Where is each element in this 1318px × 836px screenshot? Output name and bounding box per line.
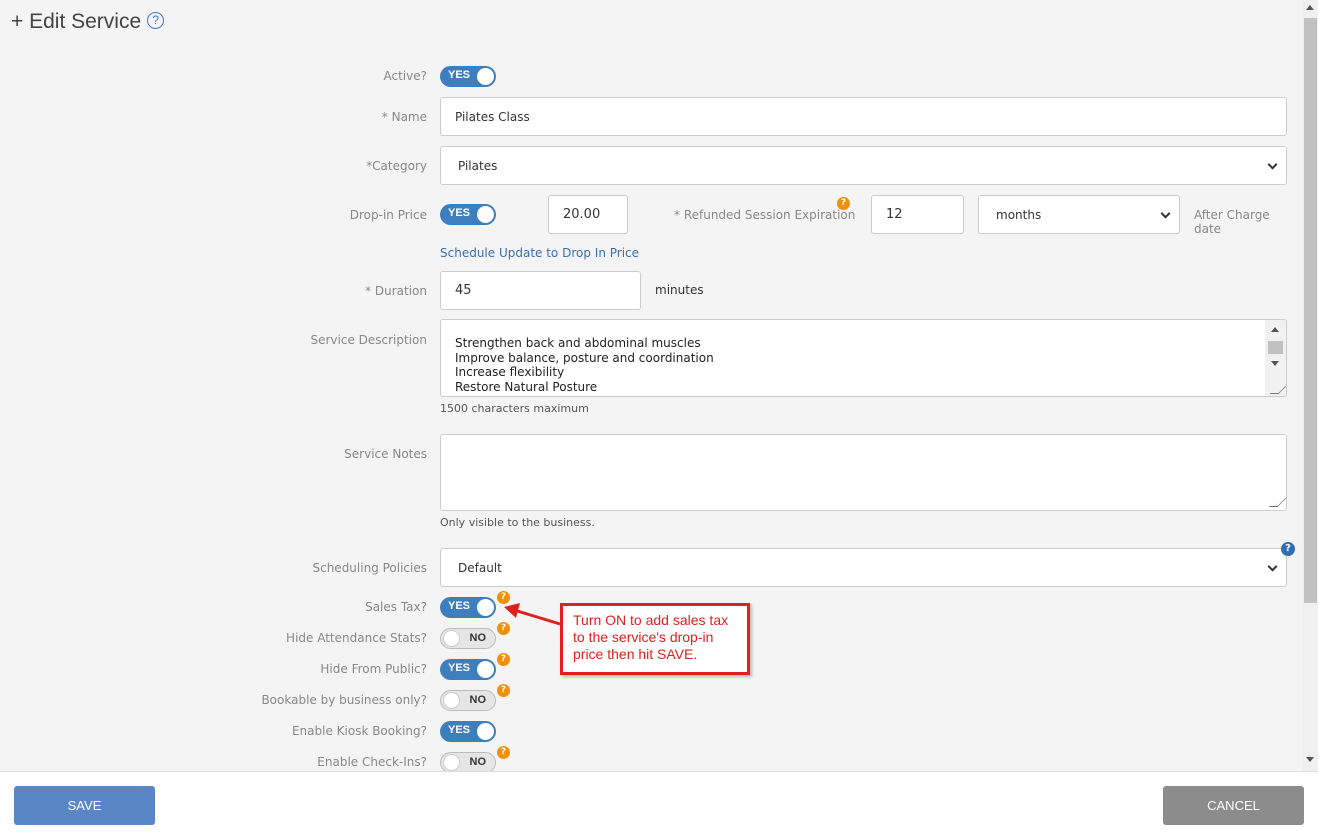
sales-tax-toggle[interactable]: YES [440, 597, 496, 618]
bookable-business-toggle[interactable]: NO [440, 690, 496, 711]
kiosk-booking-toggle-text: YES [448, 724, 471, 736]
kiosk-booking-toggle[interactable]: YES [440, 721, 496, 742]
footer-bar [0, 771, 1318, 836]
bookable-business-toggle-text: NO [469, 694, 487, 706]
kiosk-booking-label: Enable Kiosk Booking? [291, 724, 427, 738]
help-icon[interactable]: ? [147, 12, 165, 29]
sales-tax-toggle-text: YES [448, 600, 471, 612]
resize-handle-icon[interactable] [1268, 498, 1287, 507]
scheduling-label: Scheduling Policies [312, 561, 427, 575]
callout-box: Turn ON to add sales tax to the service'… [560, 603, 750, 675]
check-ins-help-icon[interactable]: ? [497, 746, 510, 759]
notes-hint: Only visible to the business. [440, 516, 595, 529]
description-text: Strengthen back and abdominal muscles Im… [455, 336, 714, 394]
toggle-knob [477, 723, 494, 740]
resize-handle-icon[interactable] [1269, 385, 1286, 394]
schedule-update-link[interactable]: Schedule Update to Drop In Price [440, 246, 639, 260]
toggle-knob [443, 630, 460, 647]
category-label: *Category [366, 159, 427, 173]
notes-label: Service Notes [344, 447, 427, 461]
dropin-toggle-text: YES [448, 207, 471, 219]
dropin-price-value: 20.00 [563, 207, 601, 222]
page-title: + Edit Service? [11, 10, 165, 34]
after-charge-label: After Charge date [1194, 208, 1270, 236]
hide-public-label: Hide From Public? [320, 662, 427, 676]
active-toggle-text: YES [448, 69, 471, 81]
bookable-business-help-icon[interactable]: ? [497, 684, 510, 697]
chevron-down-icon [1160, 208, 1171, 219]
category-select[interactable]: Pilates [440, 146, 1287, 185]
description-hint: 1500 characters maximum [440, 402, 589, 415]
page-scroll-thumb[interactable] [1304, 18, 1317, 603]
refund-unit-select[interactable]: months [978, 195, 1180, 234]
description-textarea[interactable]: Strengthen back and abdominal muscles Im… [440, 319, 1287, 397]
description-scrollbar[interactable] [1265, 320, 1286, 396]
active-toggle[interactable]: YES [440, 66, 496, 87]
scroll-thumb[interactable] [1268, 341, 1283, 354]
toggle-knob [443, 692, 460, 709]
refund-help-icon[interactable]: ? [837, 197, 850, 210]
refund-value-input[interactable]: 12 [871, 195, 964, 234]
toggle-knob [477, 68, 494, 85]
category-select-value: Pilates [458, 158, 498, 173]
scroll-up-icon[interactable] [1271, 327, 1279, 332]
cancel-button[interactable]: CANCEL [1163, 786, 1304, 825]
page-title-text: + Edit Service [11, 10, 142, 33]
duration-unit: minutes [655, 283, 704, 297]
check-ins-label: Enable Check-Ins? [317, 755, 427, 769]
dropin-label: Drop-in Price [349, 208, 427, 222]
toggle-knob [477, 661, 494, 678]
duration-input[interactable]: 45 [440, 271, 641, 310]
bookable-business-label: Bookable by business only? [261, 693, 427, 707]
active-label: Active? [383, 69, 428, 83]
dropin-price-input[interactable]: 20.00 [548, 195, 628, 234]
duration-value: 45 [455, 283, 472, 298]
chevron-down-icon [1267, 159, 1278, 170]
scheduling-value: Default [458, 560, 502, 575]
hide-public-toggle-text: YES [448, 662, 471, 674]
toggle-knob [443, 754, 460, 771]
scroll-down-icon[interactable] [1306, 757, 1314, 762]
check-ins-toggle-text: NO [469, 756, 487, 768]
hide-public-toggle[interactable]: YES [440, 659, 496, 680]
name-input[interactable]: Pilates Class [440, 97, 1287, 136]
chevron-down-icon [1267, 561, 1278, 572]
toggle-knob [477, 599, 494, 616]
name-input-value: Pilates Class [455, 109, 530, 124]
dropin-toggle[interactable]: YES [440, 204, 496, 225]
scheduling-help-icon[interactable]: ? [1281, 542, 1295, 556]
hide-attendance-label: Hide Attendance Stats? [286, 631, 427, 645]
scheduling-select[interactable]: Default [440, 548, 1287, 587]
scroll-up-icon[interactable] [1306, 5, 1314, 10]
sales-tax-label: Sales Tax? [365, 600, 427, 614]
refund-unit-value: months [996, 207, 1042, 222]
scroll-down-icon[interactable] [1271, 361, 1279, 366]
refund-value: 12 [886, 207, 903, 222]
name-label: * Name [381, 110, 427, 124]
save-button[interactable]: SAVE [14, 786, 155, 825]
description-label: Service Description [310, 333, 427, 347]
hide-public-help-icon[interactable]: ? [497, 653, 510, 666]
hide-attendance-toggle[interactable]: NO [440, 628, 496, 649]
refund-expiration-label: * Refunded Session Expiration [674, 208, 856, 222]
notes-textarea[interactable] [440, 434, 1287, 511]
check-ins-toggle[interactable]: NO [440, 752, 496, 773]
toggle-knob [477, 206, 494, 223]
callout-arrow [504, 603, 561, 626]
duration-label: * Duration [365, 284, 427, 298]
hide-attendance-toggle-text: NO [469, 632, 487, 644]
